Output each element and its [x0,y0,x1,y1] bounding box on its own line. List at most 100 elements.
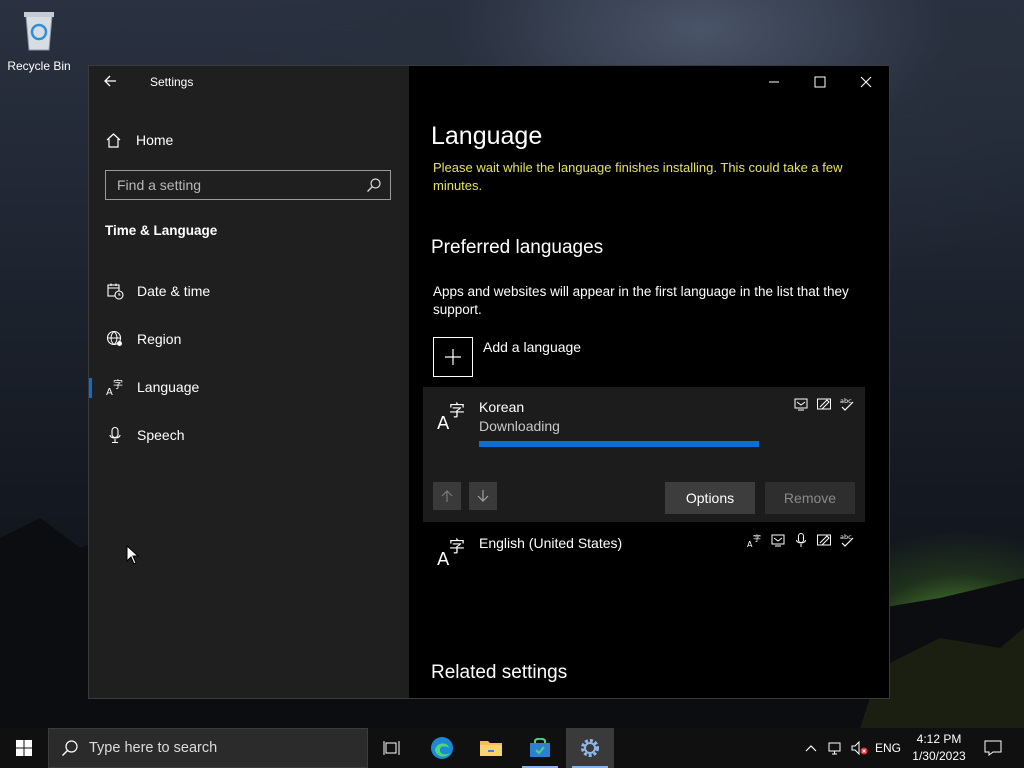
settings-window: Settings Home Time & Language Date & tim… [89,66,889,698]
taskbar: Type here to search ENG 4:12 PM 1/30/202… [0,728,1024,768]
language-features: abc [793,396,855,412]
nav-item-speech[interactable]: Speech [89,418,409,452]
mouse-cursor-icon [126,545,140,565]
options-button[interactable]: Options [665,482,755,514]
svg-text:abc: abc [840,533,852,541]
display-language-icon [793,396,809,412]
search-icon [62,740,78,756]
page-title: Language [431,122,543,150]
minimize-icon [769,81,779,83]
edge-icon [431,737,453,759]
search-icon[interactable] [366,177,382,193]
main-content: Language Please wait while the language … [409,66,889,698]
nav-item-date-time[interactable]: Date & time [89,274,409,308]
chevron-up-icon [805,745,817,752]
app-title: Settings [150,75,194,89]
recycle-bin-icon [24,12,54,51]
language-icon: A字 [437,537,465,567]
svg-text:字: 字 [113,378,123,391]
language-features: A字 abc [747,532,855,548]
related-settings-heading: Related settings [431,662,568,683]
calendar-clock-icon [106,282,124,300]
taskbar-search-placeholder: Type here to search [89,740,218,756]
settings-search-input[interactable] [106,171,367,199]
language-icon: A字 [106,378,124,396]
taskbar-search-box[interactable]: Type here to search [48,728,368,768]
language-item-english[interactable]: A字 English (United States) A字 abc [423,523,865,583]
microphone-icon [106,426,124,444]
input-indicator[interactable]: ENG [872,728,904,768]
window-controls [751,66,889,98]
move-up-button[interactable] [433,482,461,510]
start-button[interactable] [0,728,48,768]
taskbar-store[interactable] [516,728,564,768]
gear-icon [581,739,599,757]
add-language-label: Add a language [483,339,582,355]
nav-label: Date & time [137,283,211,299]
install-notice: Please wait while the language finishes … [433,160,843,193]
nav-label: Region [137,331,182,347]
arrow-up-icon [441,490,453,502]
recycle-bin[interactable]: Recycle Bin [6,8,72,73]
volume-muted-icon [851,740,868,756]
nav-item-region[interactable]: Region [89,322,409,356]
spell-check-icon: abc [839,532,855,548]
download-progress-bar [479,441,759,447]
taskbar-settings[interactable] [566,728,614,768]
sidebar: Settings Home Time & Language Date & tim… [89,66,409,698]
maximize-icon [814,76,826,88]
preferred-languages-heading: Preferred languages [431,237,604,258]
close-icon [860,76,872,88]
taskbar-edge[interactable] [418,728,466,768]
language-item-korean[interactable]: A字 Korean Downloading abc Options Remove [423,387,865,522]
arrow-down-icon [477,490,489,502]
minimize-button[interactable] [751,66,797,98]
spell-check-icon: abc [839,396,855,412]
nav-label: Language [137,379,200,395]
svg-text:字: 字 [449,537,465,556]
speech-icon [793,532,809,548]
volume-button[interactable] [848,728,870,768]
nav-label: Speech [137,427,185,443]
home-link[interactable]: Home [105,129,173,151]
nav-item-language[interactable]: A字 Language [89,370,409,404]
section-title: Time & Language [105,223,218,238]
svg-text:abc: abc [840,397,852,405]
move-down-button[interactable] [469,482,497,510]
network-button[interactable] [824,728,846,768]
language-status: Downloading [479,418,560,434]
handwriting-icon [816,396,832,412]
task-view-button[interactable] [368,728,416,768]
handwriting-icon [816,532,832,548]
svg-text:字: 字 [449,401,465,420]
plus-icon [433,337,473,377]
home-icon [106,132,121,148]
settings-search-box[interactable] [105,170,391,200]
system-clock[interactable]: 4:12 PM 1/30/2023 [904,731,974,765]
show-hidden-icons-button[interactable] [800,728,822,768]
globe-icon [106,330,124,348]
display-language-icon [770,532,786,548]
language-icon: A字 [437,401,465,431]
folder-icon [480,741,502,756]
svg-text:A: A [106,387,113,396]
language-name: English (United States) [479,535,623,551]
remove-button[interactable]: Remove [765,482,855,514]
add-language-button[interactable]: Add a language [433,337,581,377]
clock-time: 4:12 PM [916,732,962,746]
windows-logo-icon [16,740,32,756]
close-button[interactable] [843,66,889,98]
language-name: Korean [479,399,525,415]
back-button[interactable] [103,74,125,92]
maximize-button[interactable] [797,66,843,98]
language-pack-icon: A字 [747,532,763,548]
notification-icon [984,740,1002,756]
network-icon [828,742,841,755]
clock-date: 1/30/2023 [912,749,966,763]
svg-text:字: 字 [753,533,761,543]
action-center-button[interactable] [978,728,1008,768]
taskbar-file-explorer[interactable] [467,728,515,768]
task-view-icon [383,741,400,755]
store-icon [530,738,550,757]
home-label: Home [136,132,174,148]
